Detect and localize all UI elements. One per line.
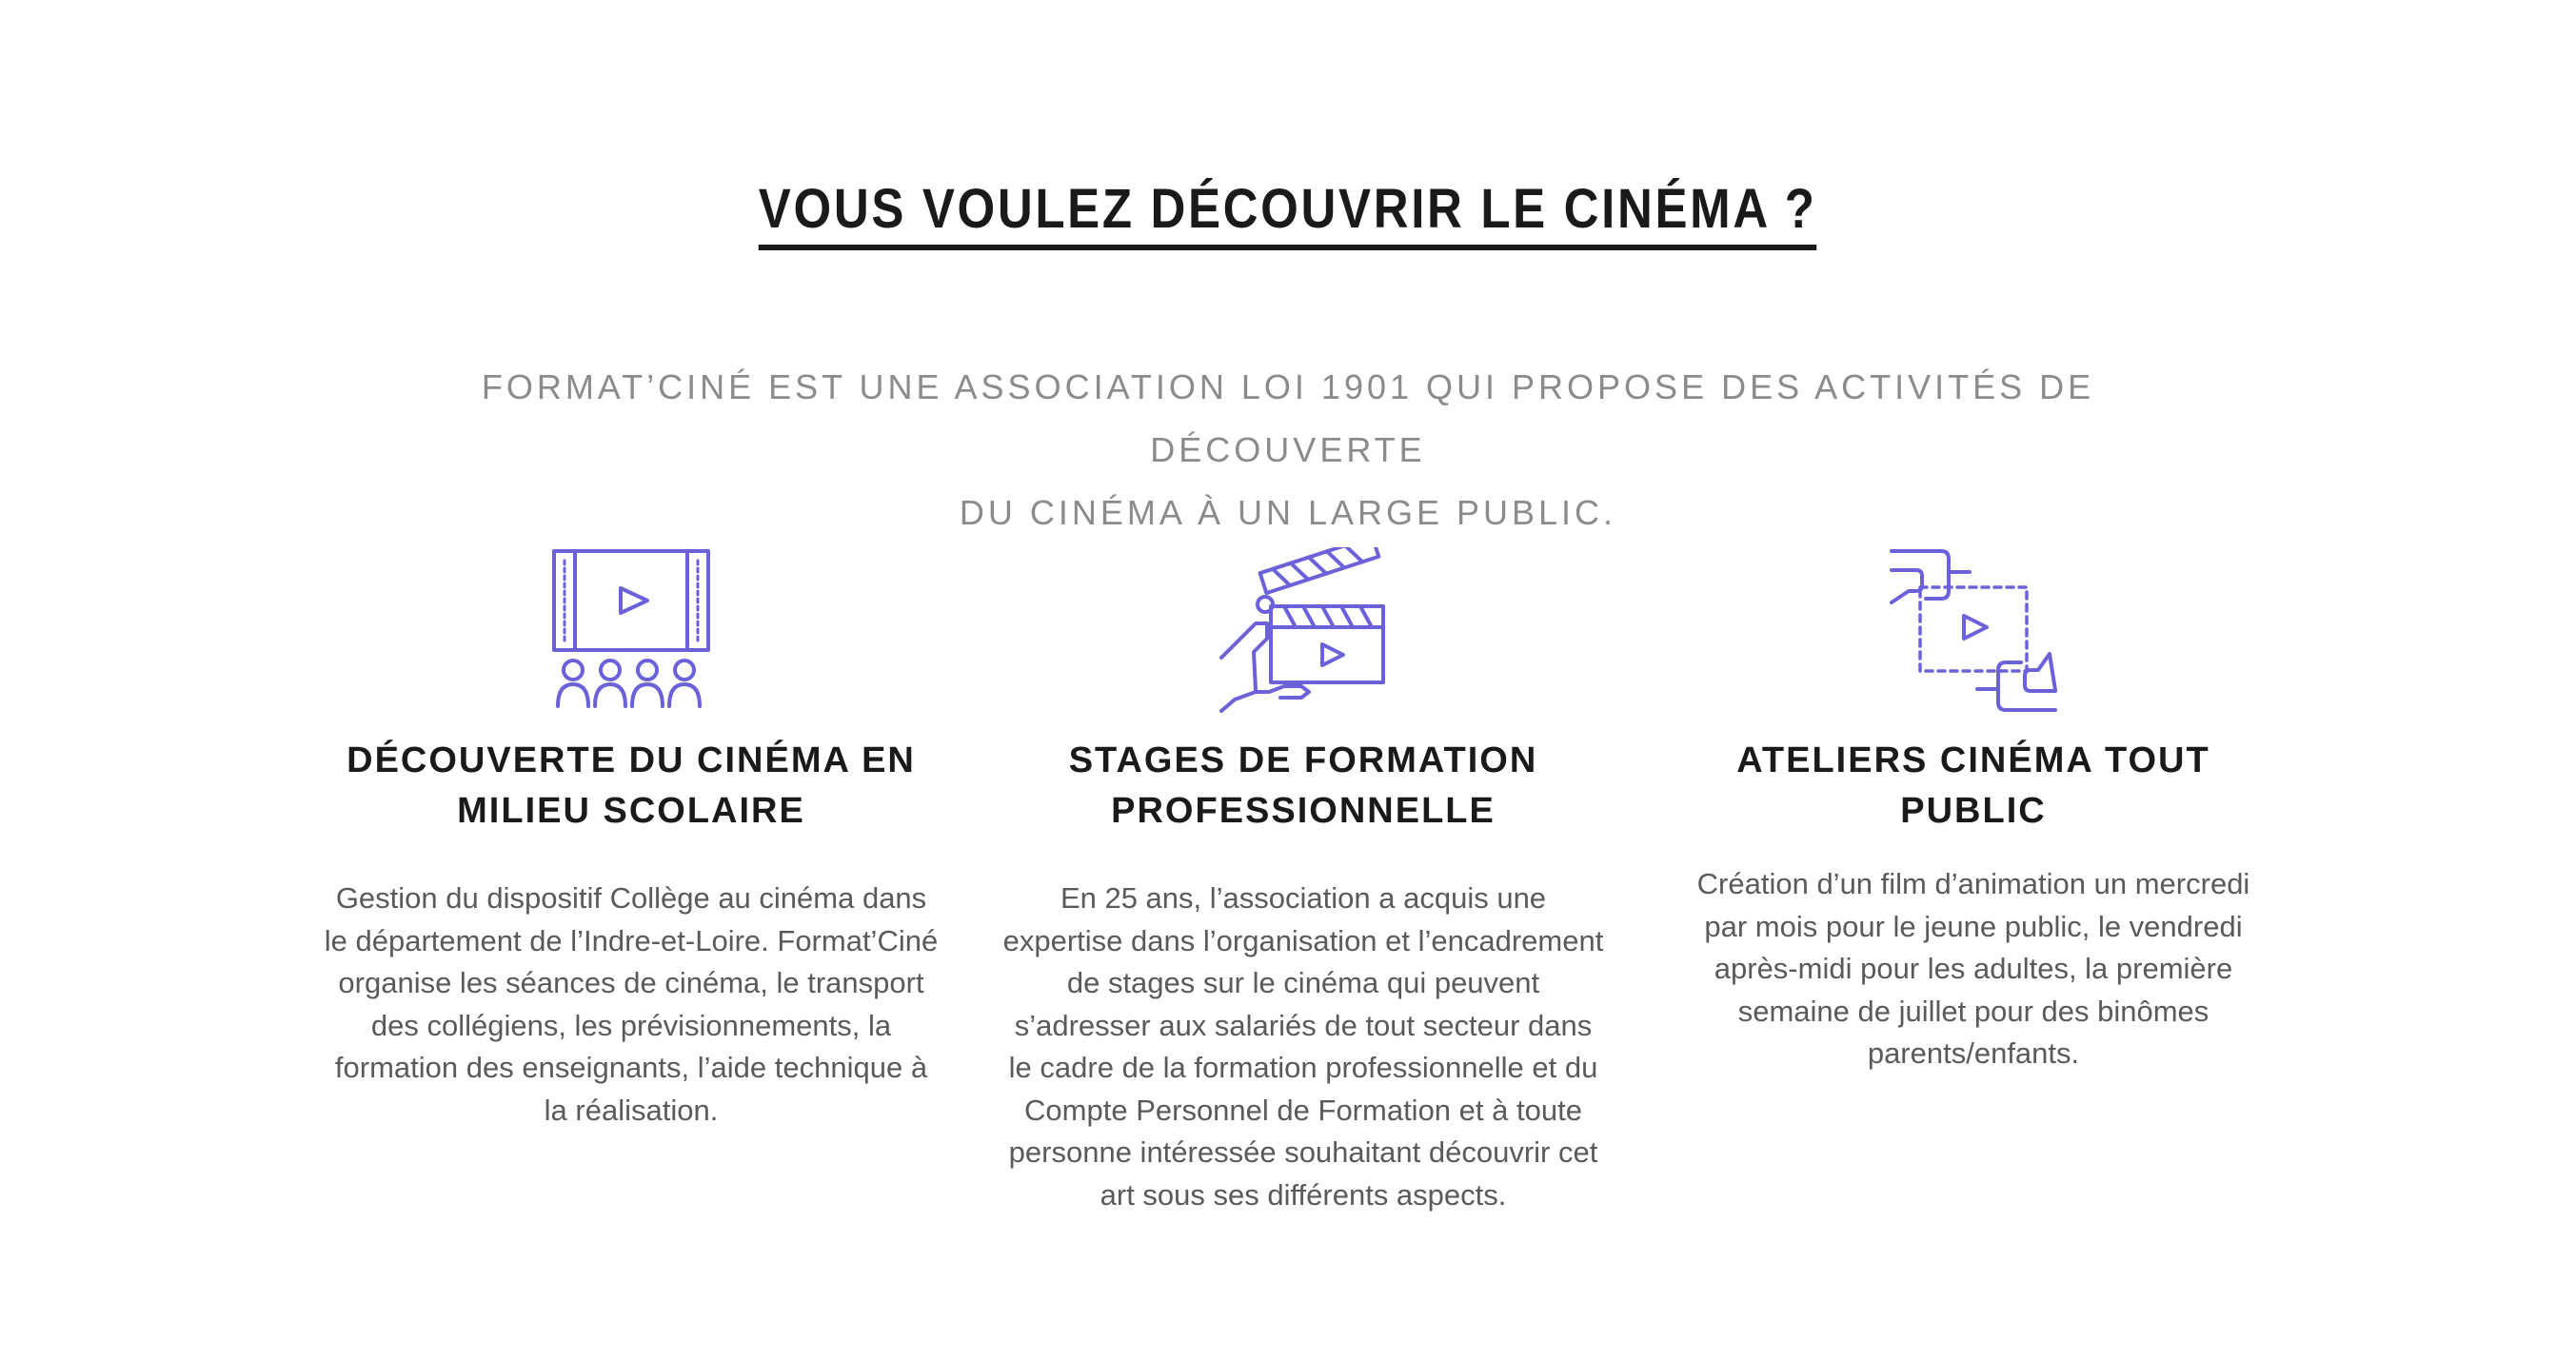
feature-school-title-line2: MILIEU SCOLAIRE xyxy=(457,791,805,831)
page-title: VOUS VOULEZ DÉCOUVRIR LE CINÉMA ? xyxy=(0,177,2576,250)
feature-workshops-title-line1: ATELIERS CINÉMA TOUT PUBLIC xyxy=(1736,740,2210,831)
feature-workshops-description: Création d’un film d’animation un mercre… xyxy=(1696,867,2250,1070)
feature-training: STAGES DE FORMATION PROFESSIONNELLE En 2… xyxy=(989,547,1617,1216)
intro-line-1: FORMAT’CINÉ EST UNE ASSOCIATION LOI 1901… xyxy=(481,367,2095,469)
feature-school-description: Gestion du dispositif Collège au cinéma … xyxy=(324,881,939,1127)
intro-text: FORMAT’CINÉ EST UNE ASSOCIATION LOI 1901… xyxy=(479,356,2097,544)
feature-workshops-title: ATELIERS CINÉMA TOUT PUBLIC xyxy=(1659,736,2288,837)
page: VOUS VOULEZ DÉCOUVRIR LE CINÉMA ? FORMAT… xyxy=(0,0,2576,1361)
feature-school-title: DÉCOUVERTE DU CINÉMA EN MILIEU SCOLAIRE xyxy=(317,736,945,837)
feature-training-title: STAGES DE FORMATION PROFESSIONNELLE xyxy=(989,736,1617,837)
page-title-text: VOUS VOULEZ DÉCOUVRIR LE CINÉMA ? xyxy=(759,177,1817,250)
feature-school: DÉCOUVERTE DU CINÉMA EN MILIEU SCOLAIRE … xyxy=(317,547,945,1132)
feature-workshops: ATELIERS CINÉMA TOUT PUBLIC Création d’u… xyxy=(1659,547,2288,1075)
feature-training-title-line2: PROFESSIONNELLE xyxy=(1111,791,1496,831)
feature-training-title-line1: STAGES DE FORMATION xyxy=(1068,740,1538,780)
hands-frame-icon xyxy=(1659,547,2288,719)
feature-training-description: En 25 ans, l’association a acquis une ex… xyxy=(1002,881,1604,1212)
film-screen-audience-icon xyxy=(317,547,945,719)
clapperboard-hand-icon xyxy=(989,547,1617,719)
intro-line-2: DU CINÉMA À UN LARGE PUBLIC. xyxy=(959,493,1617,532)
feature-school-title-line1: DÉCOUVERTE DU CINÉMA EN xyxy=(347,740,916,780)
